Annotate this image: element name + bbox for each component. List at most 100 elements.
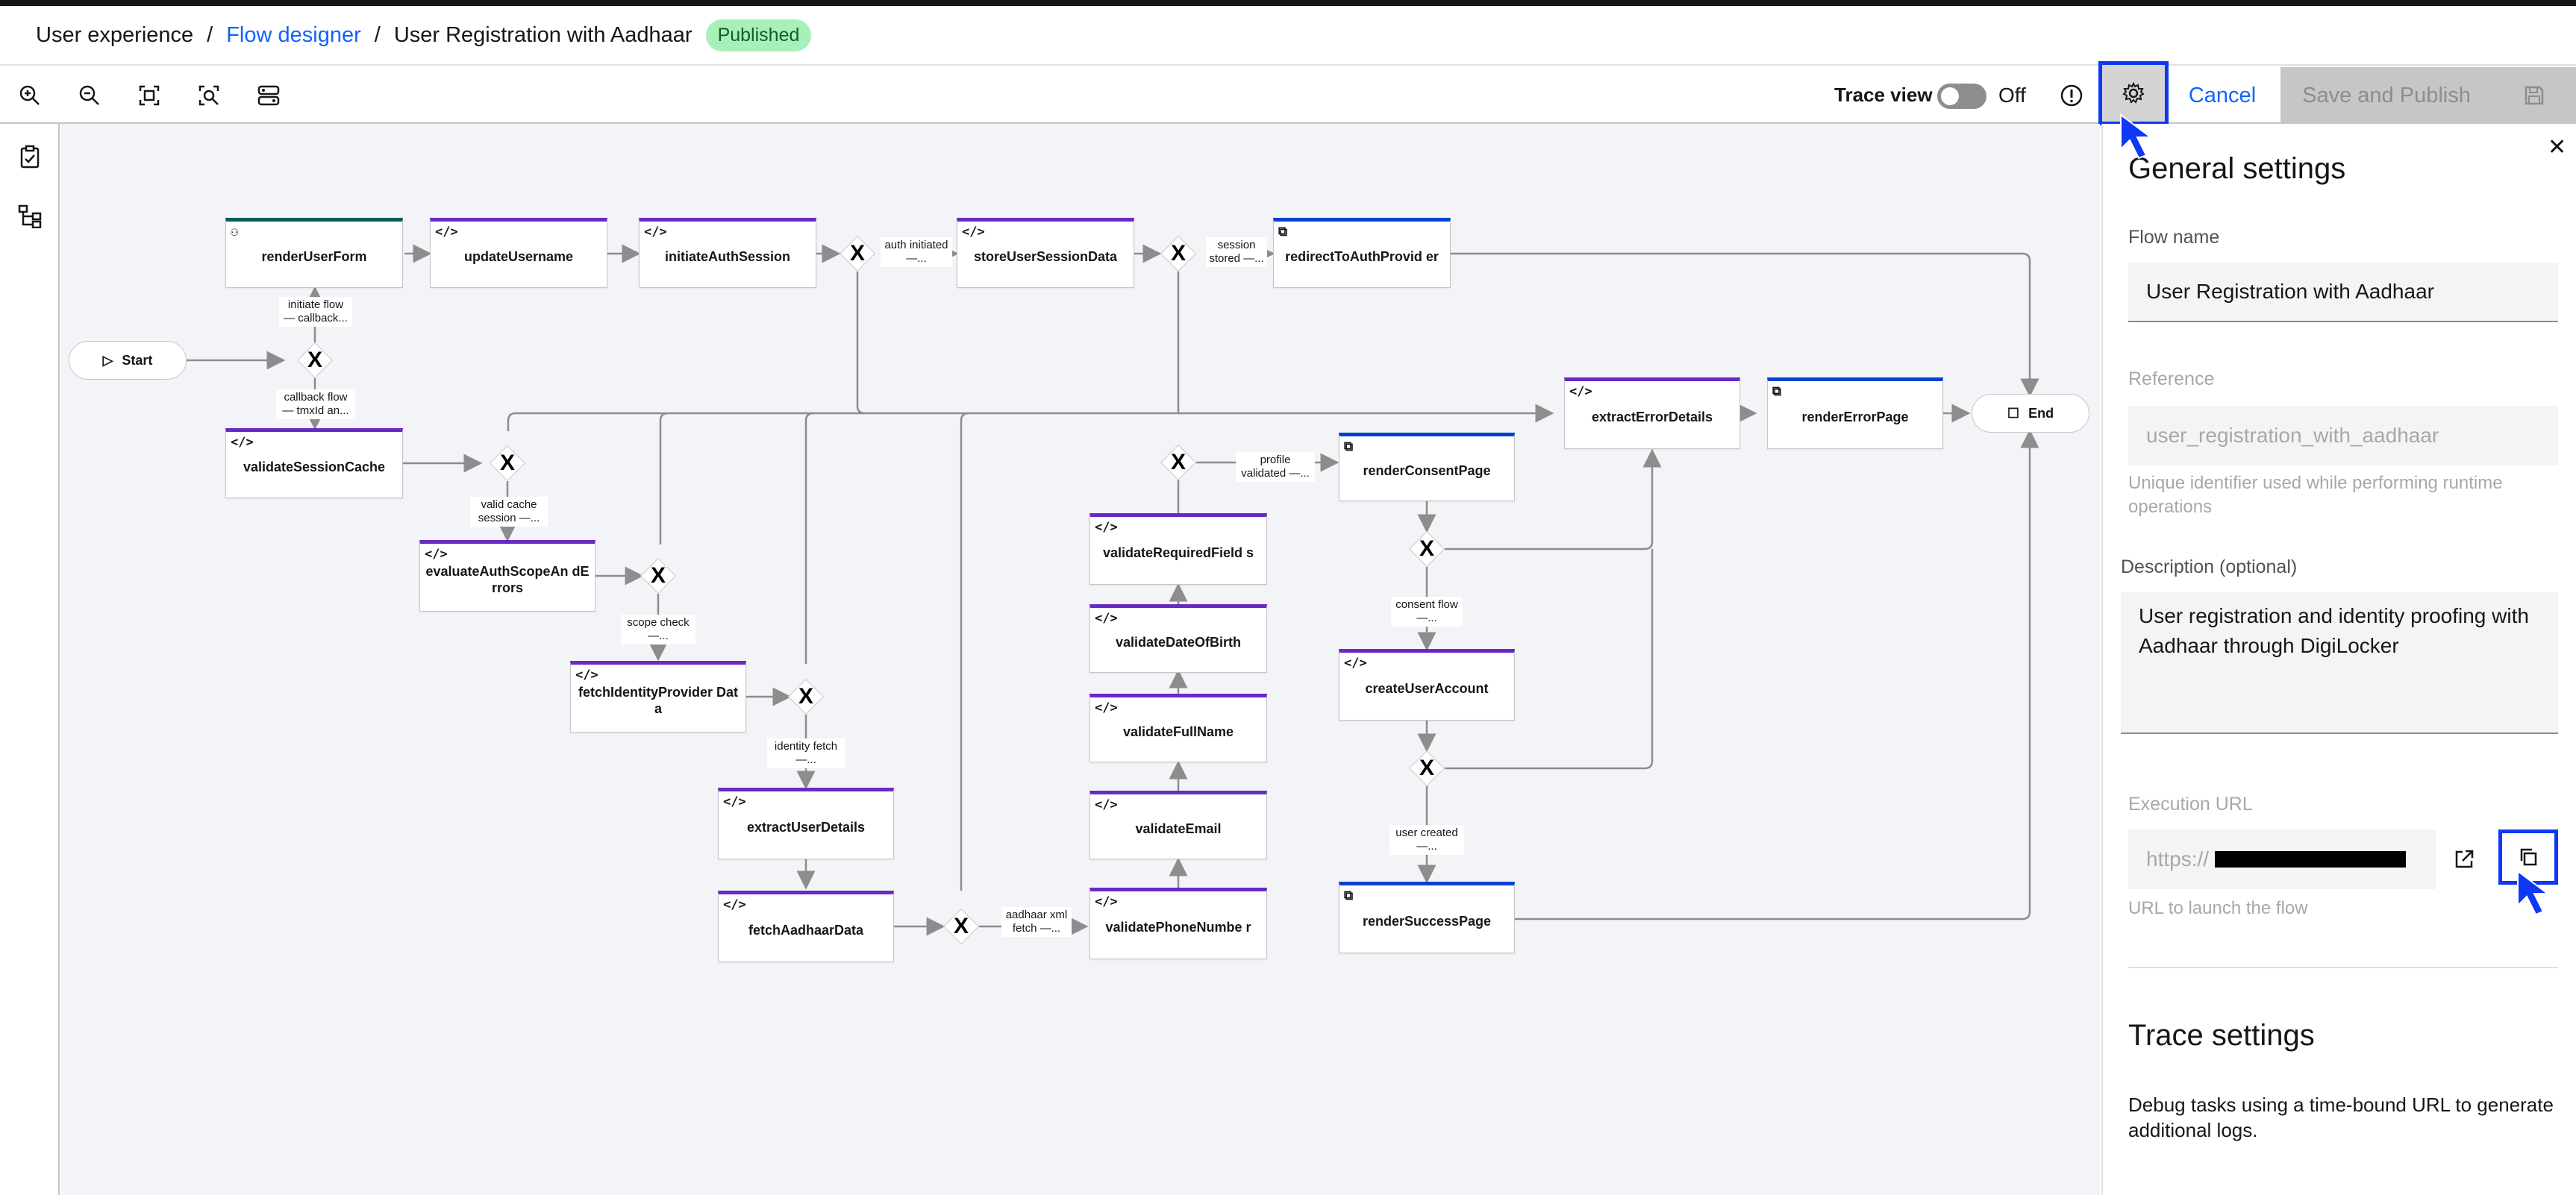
- gateway-node[interactable]: X: [640, 557, 677, 595]
- trace-settings-description: Debug tasks using a time-bound URL to ge…: [2128, 1094, 2554, 1141]
- save-icon: [2525, 86, 2544, 105]
- gateway-node[interactable]: X: [839, 235, 876, 272]
- gateway-symbol: X: [953, 914, 969, 938]
- description-textarea[interactable]: User registration and identity proofing …: [2121, 592, 2558, 734]
- flow-name-input[interactable]: User Registration with Aadhaar: [2128, 263, 2558, 322]
- trace-view-label: Trace view: [1834, 84, 1933, 106]
- node-render-user-form[interactable]: ⚇ renderUserForm: [225, 218, 403, 288]
- trace-settings-title: Trace settings: [2128, 1019, 2315, 1052]
- gateway-symbol: X: [307, 348, 322, 372]
- node-label: validatePhoneNumbe r: [1105, 920, 1251, 935]
- gateway-node[interactable]: X: [1408, 750, 1445, 787]
- info-icon: [2060, 84, 2083, 107]
- gateway-symbol: X: [798, 684, 813, 709]
- node-validate-email[interactable]: </> validateEmail: [1090, 791, 1267, 859]
- cancel-button[interactable]: Cancel: [2172, 67, 2273, 124]
- zoom-in-icon[interactable]: [9, 76, 51, 115]
- save-and-publish-button[interactable]: Save and Publish: [2280, 67, 2492, 124]
- edge-label: user created —...: [1389, 825, 1464, 855]
- breadcrumb-separator: /: [374, 22, 381, 47]
- node-initiate-auth-session[interactable]: </> initiateAuthSession: [639, 218, 816, 288]
- node-render-error-page[interactable]: ⧉ renderErrorPage: [1767, 377, 1943, 449]
- edge-label: profile validated —...: [1236, 452, 1315, 482]
- breadcrumb-current: User Registration with Aadhaar: [393, 22, 693, 47]
- gateway-node[interactable]: X: [1408, 530, 1445, 568]
- end-node[interactable]: ☐ End: [1972, 394, 2089, 433]
- launch-icon[interactable]: [2448, 843, 2480, 876]
- node-label: renderConsentPage: [1363, 463, 1491, 478]
- node-label: extractErrorDetails: [1591, 410, 1713, 424]
- task-checklist-icon[interactable]: [12, 139, 48, 175]
- node-store-user-session-data[interactable]: </> storeUserSessionData: [957, 218, 1134, 288]
- play-icon: ▷: [102, 352, 113, 368]
- save-button[interactable]: [2492, 67, 2576, 124]
- node-render-success-page[interactable]: ⧉ renderSuccessPage: [1339, 882, 1515, 953]
- redacted-url: [2215, 851, 2407, 868]
- node-label: validateFullName: [1122, 724, 1234, 739]
- gateway-symbol: X: [849, 241, 865, 266]
- end-label: End: [2028, 405, 2054, 421]
- node-validate-session-cache[interactable]: </> validateSessionCache: [225, 428, 403, 498]
- zoom-out-icon[interactable]: [69, 76, 110, 115]
- breadcrumb-root[interactable]: User experience: [36, 23, 193, 48]
- node-label: validateRequiredField s: [1102, 545, 1254, 560]
- node-extract-user-details[interactable]: </> extractUserDetails: [718, 788, 894, 859]
- auto-layout-icon[interactable]: [248, 76, 290, 115]
- node-validate-required-fields[interactable]: </> validateRequiredField s: [1090, 513, 1267, 585]
- gateway-node[interactable]: X: [1160, 444, 1197, 481]
- node-label: extractUserDetails: [746, 820, 866, 835]
- node-evaluate-auth-scope-and-errors[interactable]: </> evaluateAuthScopeAn dErrors: [419, 540, 595, 612]
- node-validate-phone-number[interactable]: </> validatePhoneNumbe r: [1090, 888, 1267, 959]
- node-create-user-account[interactable]: </> createUserAccount: [1339, 649, 1515, 721]
- start-node[interactable]: ▷ Start: [69, 341, 187, 380]
- flow-tree-icon[interactable]: [12, 198, 48, 234]
- node-label: validateDateOfBirth: [1115, 635, 1242, 650]
- toolbar: Trace view Off Cancel Save and Publish: [0, 61, 2576, 125]
- edge-label: scope check —...: [621, 615, 695, 644]
- info-button[interactable]: [2051, 75, 2092, 116]
- gateway-symbol: X: [650, 563, 666, 588]
- node-validate-full-name[interactable]: </> validateFullName: [1090, 694, 1267, 762]
- general-settings-panel: ✕ General settings Flow name User Regist…: [2101, 124, 2576, 1195]
- node-extract-error-details[interactable]: </> extractErrorDetails: [1564, 377, 1740, 449]
- gateway-symbol: X: [1419, 536, 1434, 561]
- flow-canvas[interactable]: ▷ Start ☐ End X X X X X X X X X X ⚇ renderU…: [61, 124, 2100, 1195]
- node-label: createUserAccount: [1365, 681, 1489, 696]
- trace-view-state: Off: [1998, 84, 2026, 107]
- pointer-cursor-icon: [2120, 113, 2153, 160]
- trace-view-toggle[interactable]: [1937, 84, 1986, 109]
- node-validate-date-of-birth[interactable]: </> validateDateOfBirth: [1090, 604, 1267, 673]
- gateway-symbol: X: [1170, 241, 1186, 266]
- edge-label: aadhaar xml fetch —...: [1001, 907, 1072, 937]
- breadcrumb-separator: /: [207, 22, 213, 47]
- node-label: fetchIdentityProvider Data: [578, 685, 739, 716]
- top-strip: [0, 0, 2576, 6]
- copy-icon: [2520, 848, 2537, 866]
- zoom-area-icon[interactable]: [188, 76, 230, 115]
- gateway-node[interactable]: X: [1160, 235, 1197, 272]
- gateway-node[interactable]: X: [942, 908, 980, 945]
- breadcrumb-link-flow-designer[interactable]: Flow designer: [226, 23, 361, 48]
- left-rail: [0, 124, 60, 1195]
- gateway-node[interactable]: X: [787, 678, 825, 715]
- node-label: validateEmail: [1135, 821, 1222, 836]
- gateway-symbol: X: [1419, 756, 1434, 780]
- fit-to-screen-icon[interactable]: [128, 76, 170, 115]
- close-icon[interactable]: ✕: [2548, 134, 2566, 160]
- execution-url-prefix: https://: [2146, 847, 2210, 871]
- node-label: validateSessionCache: [243, 460, 386, 474]
- pointer-cursor-icon: [2517, 870, 2550, 916]
- divider: [2128, 967, 2558, 968]
- node-render-consent-page[interactable]: ⧉ renderConsentPage: [1339, 433, 1515, 501]
- node-update-username[interactable]: </> updateUsername: [430, 218, 607, 288]
- gateway-symbol: X: [499, 451, 515, 475]
- flow-name-label: Flow name: [2128, 227, 2220, 248]
- node-label: storeUserSessionData: [973, 249, 1118, 264]
- node-fetch-aadhaar-data[interactable]: </> fetchAadhaarData: [718, 891, 894, 962]
- gateway-node[interactable]: X: [296, 342, 334, 379]
- node-label: renderErrorPage: [1801, 410, 1909, 424]
- node-redirect-to-auth-provider[interactable]: ⧉ redirectToAuthProvid er: [1273, 218, 1451, 288]
- node-fetch-identity-provider-data[interactable]: </> fetchIdentityProvider Data: [570, 661, 746, 733]
- gateway-node[interactable]: X: [489, 445, 526, 482]
- edge-label: initiate flow — callback...: [279, 297, 352, 327]
